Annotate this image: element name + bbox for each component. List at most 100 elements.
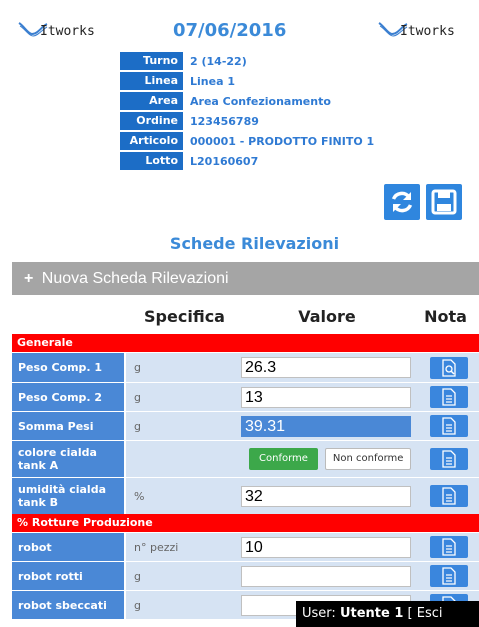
info-value: Area Confezionamento [190, 94, 331, 108]
note-button[interactable] [430, 565, 468, 587]
row-note-cell [419, 533, 479, 561]
save-icon [431, 189, 457, 215]
new-sheet-button[interactable]: + Nuova Scheda Rilevazioni [12, 262, 479, 295]
document-icon [442, 450, 456, 468]
info-value: 000001 - PRODOTTO FINITO 1 [190, 134, 375, 148]
value-input[interactable]: 26.3 [241, 357, 411, 378]
note-button[interactable] [430, 448, 468, 470]
document-icon [442, 487, 456, 505]
row-spec: n° pezzi [126, 533, 239, 561]
row-note-cell [419, 353, 479, 382]
note-button[interactable] [430, 536, 468, 558]
document-icon [442, 417, 456, 435]
info-row-area: Area Area Confezionamento [120, 92, 374, 110]
row-label: colore cialda tank A [12, 441, 124, 477]
user-status-bar: User: Utente 1 [ Esci [296, 601, 479, 627]
column-header-value: Valore [298, 306, 356, 326]
row-label: umidità cialda tank B [12, 478, 124, 514]
computed-value: 39.31 [241, 415, 411, 437]
row-label: robot rotti [12, 562, 124, 590]
value-input[interactable] [241, 565, 411, 587]
value-input[interactable]: 10 [241, 536, 411, 558]
note-button[interactable] [430, 485, 468, 507]
refresh-icon [391, 191, 413, 213]
info-row-turno: Turno 2 (14-22) [120, 52, 374, 70]
row-note-cell [419, 441, 479, 477]
info-key: Lotto [120, 152, 183, 170]
group-header-generale: Generale [12, 334, 479, 352]
row-value-cell: 32 [239, 478, 419, 514]
row-label: Somma Pesi [12, 412, 124, 440]
row-spec: g [126, 562, 239, 590]
column-header-spec: Specifica [144, 306, 225, 326]
table-header: Specifica Valore Nota [12, 298, 479, 334]
plus-icon: + [24, 270, 34, 287]
row-label: robot [12, 533, 124, 561]
non-conforme-button[interactable]: Non conforme [324, 448, 412, 470]
row-spec: % [126, 478, 239, 514]
group-header-rotture: % Rotture Produzione [12, 514, 479, 532]
table-row: robot n° pezzi 10 [12, 532, 479, 561]
row-value-cell: Conforme Non conforme [239, 441, 419, 477]
conforme-button[interactable]: Conforme [249, 448, 318, 470]
row-value-cell: 26.3 [239, 353, 419, 382]
row-label: Peso Comp. 2 [12, 383, 124, 411]
info-value: 2 (14-22) [190, 54, 247, 68]
info-key: Articolo [120, 132, 183, 150]
logout-link[interactable]: [ Esci [408, 606, 443, 621]
row-note-cell [419, 412, 479, 440]
order-info: Turno 2 (14-22) Linea Linea 1 Area Area … [120, 52, 374, 172]
info-value: 123456789 [190, 114, 259, 128]
row-label: Peso Comp. 1 [12, 353, 124, 382]
info-key: Area [120, 92, 183, 110]
info-row-ordine: Ordine 123456789 [120, 112, 374, 130]
logo-text: Itworks [40, 24, 95, 39]
info-value: L20160607 [190, 154, 259, 168]
current-date: 07/06/2016 [173, 20, 287, 41]
document-icon [442, 538, 456, 556]
company-logo: Itworks [18, 16, 95, 38]
info-key: Turno [120, 52, 183, 70]
table-row: Somma Pesi g 39.31 [12, 411, 479, 440]
table-row: Peso Comp. 2 g 13 [12, 382, 479, 411]
user-prefix: User: [302, 606, 336, 621]
row-note-cell [419, 383, 479, 411]
company-logo-right: Itworks [378, 16, 455, 38]
measurements-table: Specifica Valore Nota Generale Peso Comp… [12, 298, 479, 619]
row-label: robot sbeccati [12, 591, 124, 619]
note-button[interactable] [430, 415, 468, 437]
row-value-cell: 13 [239, 383, 419, 411]
document-icon [442, 567, 456, 585]
column-header-note: Nota [424, 306, 467, 326]
row-value-cell: 39.31 [239, 412, 419, 440]
note-button[interactable] [430, 356, 468, 379]
new-sheet-label: Nuova Scheda Rilevazioni [41, 270, 229, 287]
row-note-cell [419, 478, 479, 514]
user-name: Utente 1 [339, 606, 404, 621]
row-spec: g [126, 383, 239, 411]
refresh-button[interactable] [384, 184, 420, 220]
info-value: Linea 1 [190, 74, 235, 88]
row-value-cell [239, 562, 419, 590]
info-key: Ordine [120, 112, 183, 130]
value-input[interactable]: 32 [241, 485, 411, 507]
row-note-cell [419, 562, 479, 590]
row-value-cell: 10 [239, 533, 419, 561]
table-row: Peso Comp. 1 g 26.3 [12, 352, 479, 382]
row-spec: g [126, 353, 239, 382]
note-button[interactable] [430, 386, 468, 408]
logo-text-right: Itworks [400, 24, 455, 39]
info-key: Linea [120, 72, 183, 90]
page-header: Itworks 07/06/2016 Itworks Turno 2 (14-2… [0, 0, 479, 260]
value-input[interactable]: 13 [241, 386, 411, 408]
table-row: umidità cialda tank B % 32 [12, 477, 479, 514]
save-button[interactable] [426, 184, 462, 220]
section-title-text: Schede Rilevazioni [169, 234, 340, 253]
info-row-linea: Linea Linea 1 [120, 72, 374, 90]
row-spec: g [126, 412, 239, 440]
row-spec: g [126, 591, 239, 619]
document-search-icon [442, 358, 456, 377]
table-row: robot rotti g [12, 561, 479, 590]
section-title: Schede Rilevazioni [0, 234, 479, 253]
document-icon [442, 388, 456, 406]
